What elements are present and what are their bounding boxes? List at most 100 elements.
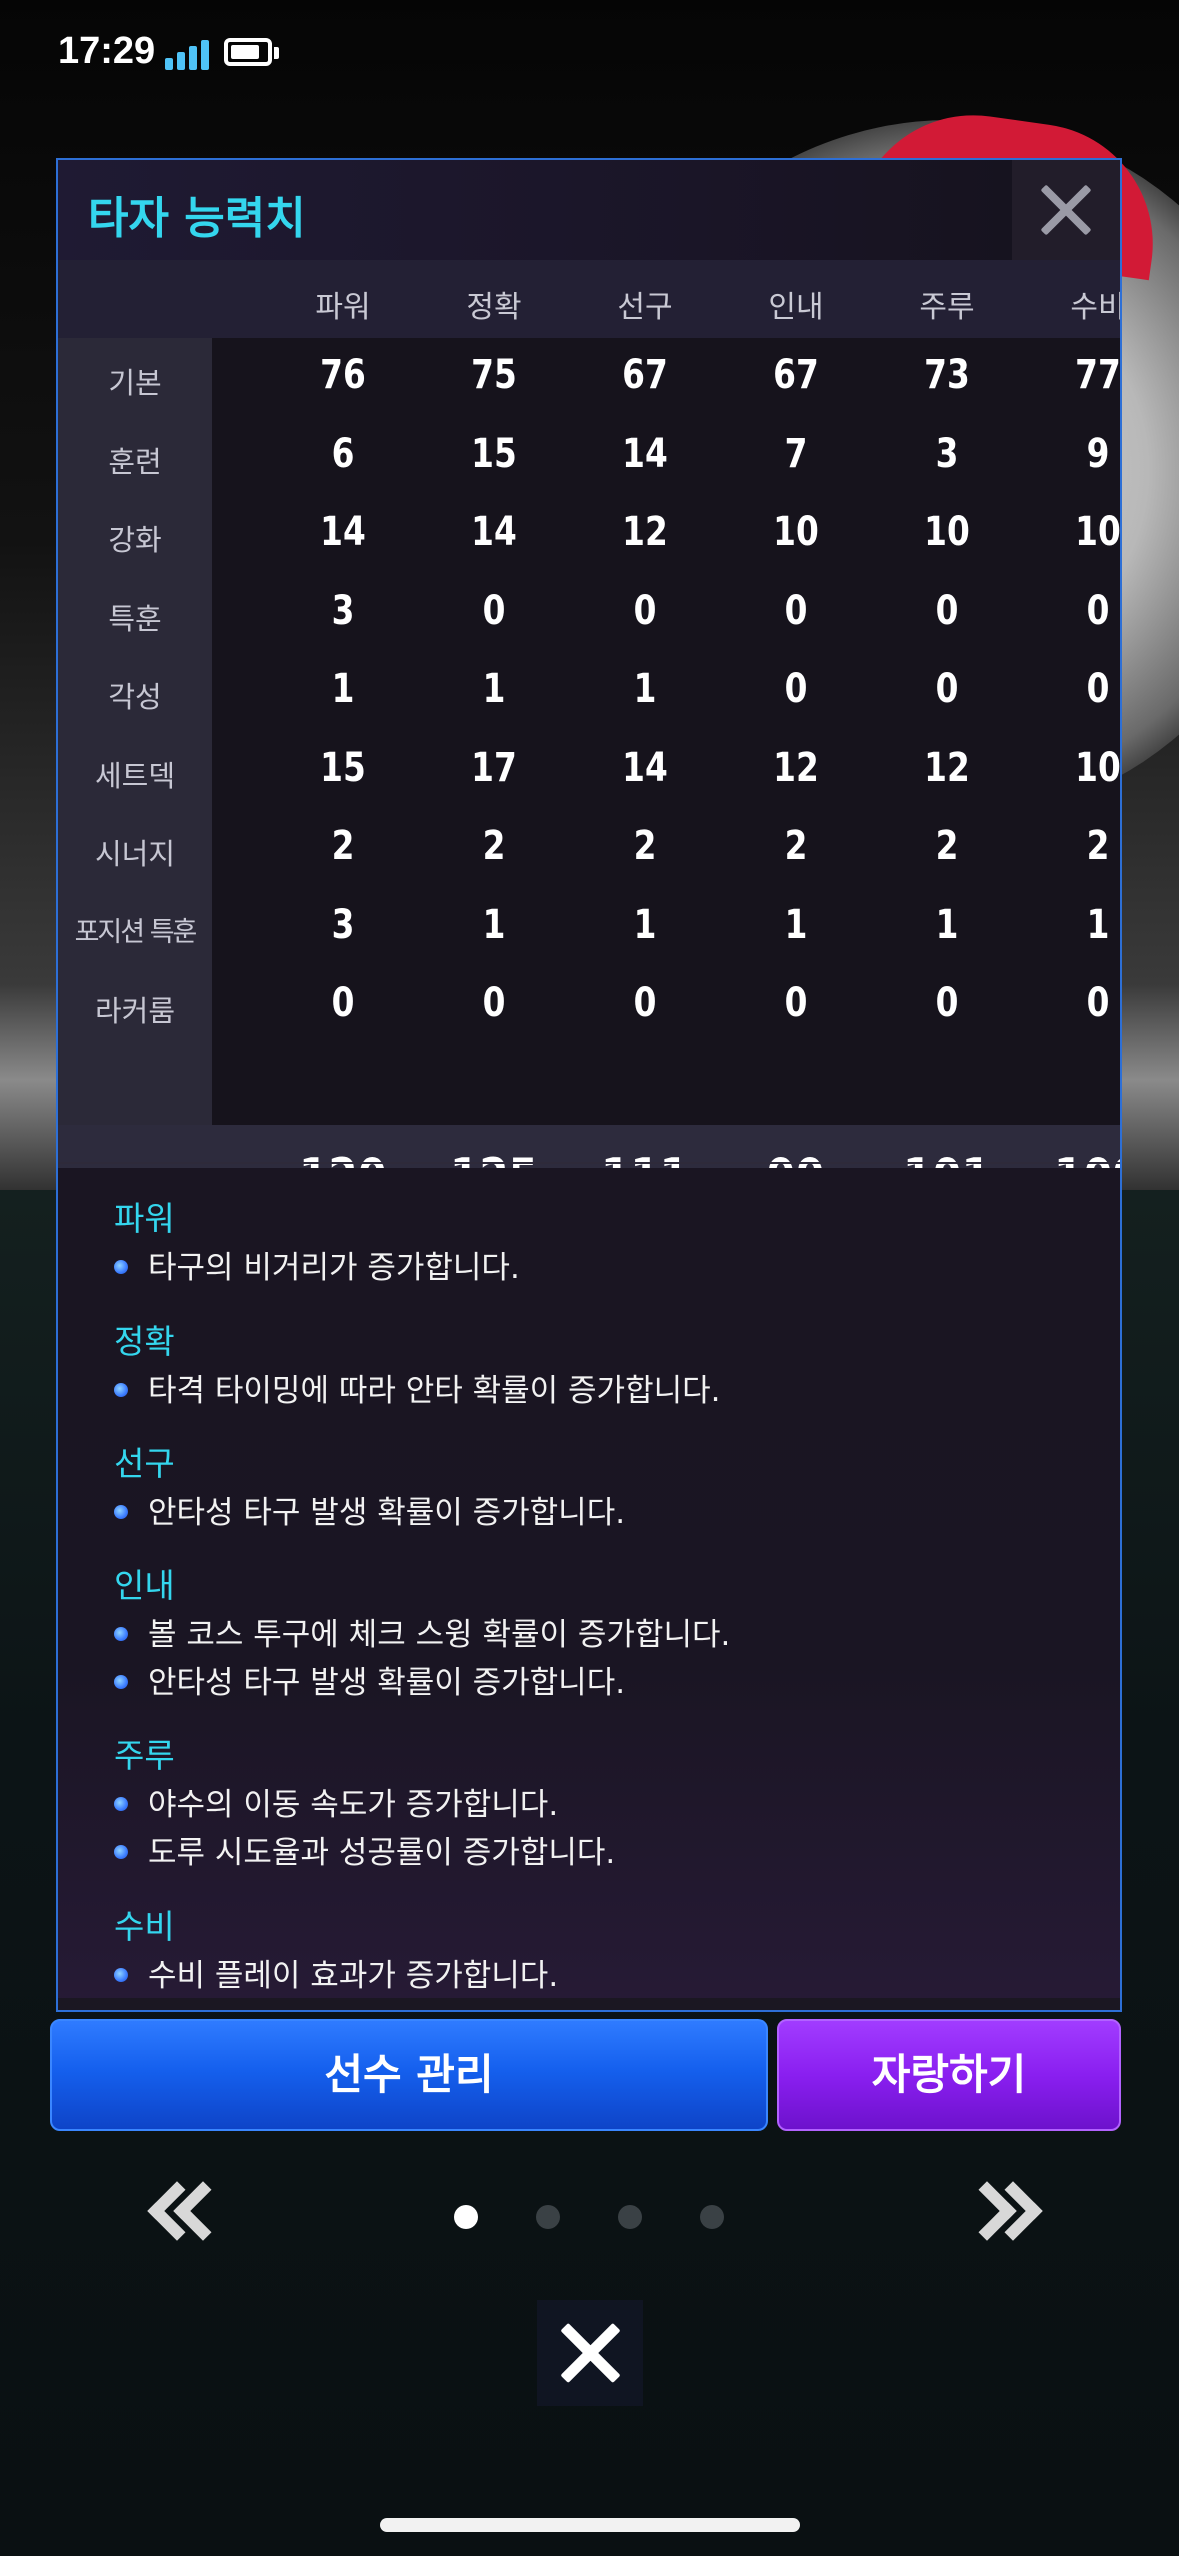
description-text: 볼 코스 투구에 체크 스윙 확률이 증가합니다. [148, 1617, 731, 1653]
row-label: 라커룸 [94, 994, 176, 1028]
row-label: 시너지 [94, 837, 176, 871]
stat-row: 기본 76 75 67 67 73 77 [58, 338, 1121, 416]
stat-cell: 3 [935, 430, 959, 477]
stat-cell: 3 [331, 587, 355, 634]
description-title: 주루 [114, 1736, 175, 1775]
stat-cell: 2 [482, 823, 506, 869]
page-indicator-dot[interactable] [536, 2205, 560, 2229]
stat-cell: 14 [471, 509, 517, 555]
next-page-button[interactable] [957, 2181, 1043, 2242]
stat-cell: 7 [784, 430, 808, 477]
page-indicator-dot[interactable] [700, 2205, 724, 2229]
panel-title: 타자 능력치 [88, 193, 306, 244]
stat-cell: 0 [1086, 666, 1110, 712]
stat-cell: 2 [1086, 823, 1110, 869]
description-title: 파워 [114, 1199, 175, 1238]
stat-cell: 67 [773, 352, 819, 398]
description-text: 타격 타이밍에 따라 안타 확률이 증가합니다. [148, 1373, 721, 1409]
stat-cell: 0 [935, 666, 959, 712]
description-item: 선구안타성 타구 발생 확률이 증가합니다. [114, 1437, 625, 1533]
stat-cell: 3 [331, 901, 355, 948]
boast-label: 자랑하기 [871, 2050, 1027, 2099]
bullet-icon [114, 1383, 128, 1397]
stat-cell: 0 [482, 587, 506, 634]
description-text: 야수의 이동 속도가 증가합니다. [148, 1787, 559, 1823]
description-line: 타구의 비거리가 증가합니다. [114, 1248, 520, 1288]
close-icon [559, 2322, 621, 2384]
stat-cell: 2 [633, 823, 657, 869]
bullet-icon [114, 1627, 128, 1641]
row-label: 각성 [108, 680, 162, 714]
column-header: 주루 [919, 290, 975, 325]
stat-row: 특훈 3 0 0 0 0 0 [58, 574, 1120, 652]
stat-cell: 15 [471, 430, 517, 477]
player-manage-label: 선수 관리 [324, 2050, 494, 2099]
description-line: 안타성 타구 발생 확률이 증가합니다. [114, 1663, 730, 1703]
stat-cell: 0 [935, 980, 959, 1026]
description-item: 정확타격 타이밍에 따라 안타 확률이 증가합니다. [114, 1315, 720, 1411]
description-text: 도루 시도율과 성공률이 증가합니다. [148, 1835, 616, 1871]
stat-cell: 12 [622, 509, 668, 555]
status-bar: 17:29 [0, 0, 1179, 110]
stat-row: 라커룸 0 0 0 0 0 0 [58, 966, 1120, 1044]
status-time: 17:29 [58, 30, 156, 72]
row-label: 강화 [108, 523, 162, 557]
row-label: 기본 [108, 366, 162, 400]
stat-cell: 0 [1086, 980, 1110, 1026]
close-icon [1038, 182, 1094, 238]
bullet-icon [114, 1260, 128, 1274]
stat-cell: 0 [935, 587, 959, 634]
page-indicator-dot[interactable] [618, 2205, 642, 2229]
bullet-icon [114, 1675, 128, 1689]
row-label: 특훈 [108, 601, 162, 636]
previous-page-button[interactable] [147, 2181, 233, 2242]
panel-header: 타자 능력치 [58, 160, 1120, 260]
stat-cell: 0 [784, 587, 808, 634]
dismiss-button[interactable] [537, 2300, 643, 2406]
stat-row: 포지션 특훈 3 1 1 1 1 1 [58, 888, 1120, 966]
description-text: 안타성 타구 발생 확률이 증가합니다. [148, 1495, 626, 1531]
stat-cell: 0 [784, 980, 808, 1026]
stat-cell: 10 [773, 509, 819, 555]
description-title: 선구 [114, 1444, 175, 1483]
description-text: 수비 플레이 효과가 증가합니다. [148, 1958, 559, 1994]
stat-cell: 10 [1075, 509, 1121, 555]
stat-cell: 10 [924, 509, 970, 555]
description-title: 인내 [114, 1566, 175, 1605]
page-indicator-dot[interactable] [454, 2205, 478, 2229]
column-header: 정확 [466, 290, 522, 325]
description-line: 볼 코스 투구에 체크 스윙 확률이 증가합니다. [114, 1615, 730, 1655]
stat-cell: 14 [622, 430, 668, 477]
description-line: 타격 타이밍에 따라 안타 확률이 증가합니다. [114, 1371, 720, 1411]
description-item: 수비수비 플레이 효과가 증가합니다. [114, 1900, 558, 1996]
battery-icon [224, 38, 282, 70]
stat-row: 시너지 2 2 2 2 2 2 [58, 809, 1120, 887]
bullet-icon [114, 1505, 128, 1519]
stat-cell: 14 [622, 744, 668, 791]
row-label: 훈련 [108, 444, 162, 479]
description-item: 파워타구의 비거리가 증가합니다. [114, 1192, 520, 1288]
stat-cell: 12 [773, 744, 819, 791]
description-title: 수비 [114, 1907, 175, 1946]
stat-cell: 0 [633, 980, 657, 1026]
stat-cell: 6 [331, 430, 355, 477]
stat-row: 강화 14 14 12 10 10 10 [58, 495, 1121, 573]
column-header: 선구 [617, 290, 673, 325]
bullet-icon [114, 1797, 128, 1811]
stat-row: 각성 1 1 1 0 0 0 [58, 652, 1120, 730]
boast-button[interactable]: 자랑하기 [777, 2019, 1121, 2131]
stat-cell: 1 [633, 901, 657, 948]
panel-close-button[interactable] [1012, 160, 1120, 260]
row-label: 포지션 특훈 [74, 916, 198, 948]
description-title: 정확 [114, 1322, 175, 1361]
stat-cell: 0 [331, 980, 355, 1026]
stat-cell: 17 [471, 744, 517, 791]
row-label: 세트덱 [94, 758, 176, 793]
description-item: 주루야수의 이동 속도가 증가합니다. 도루 시도율과 성공률이 증가합니다. [114, 1729, 615, 1873]
stat-cell: 75 [471, 352, 517, 398]
stat-cell: 2 [331, 823, 355, 869]
player-manage-button[interactable]: 선수 관리 [50, 2019, 768, 2131]
stat-cell: 0 [633, 587, 657, 634]
stat-cell: 77 [1075, 352, 1121, 398]
stat-cell: 76 [320, 352, 366, 398]
